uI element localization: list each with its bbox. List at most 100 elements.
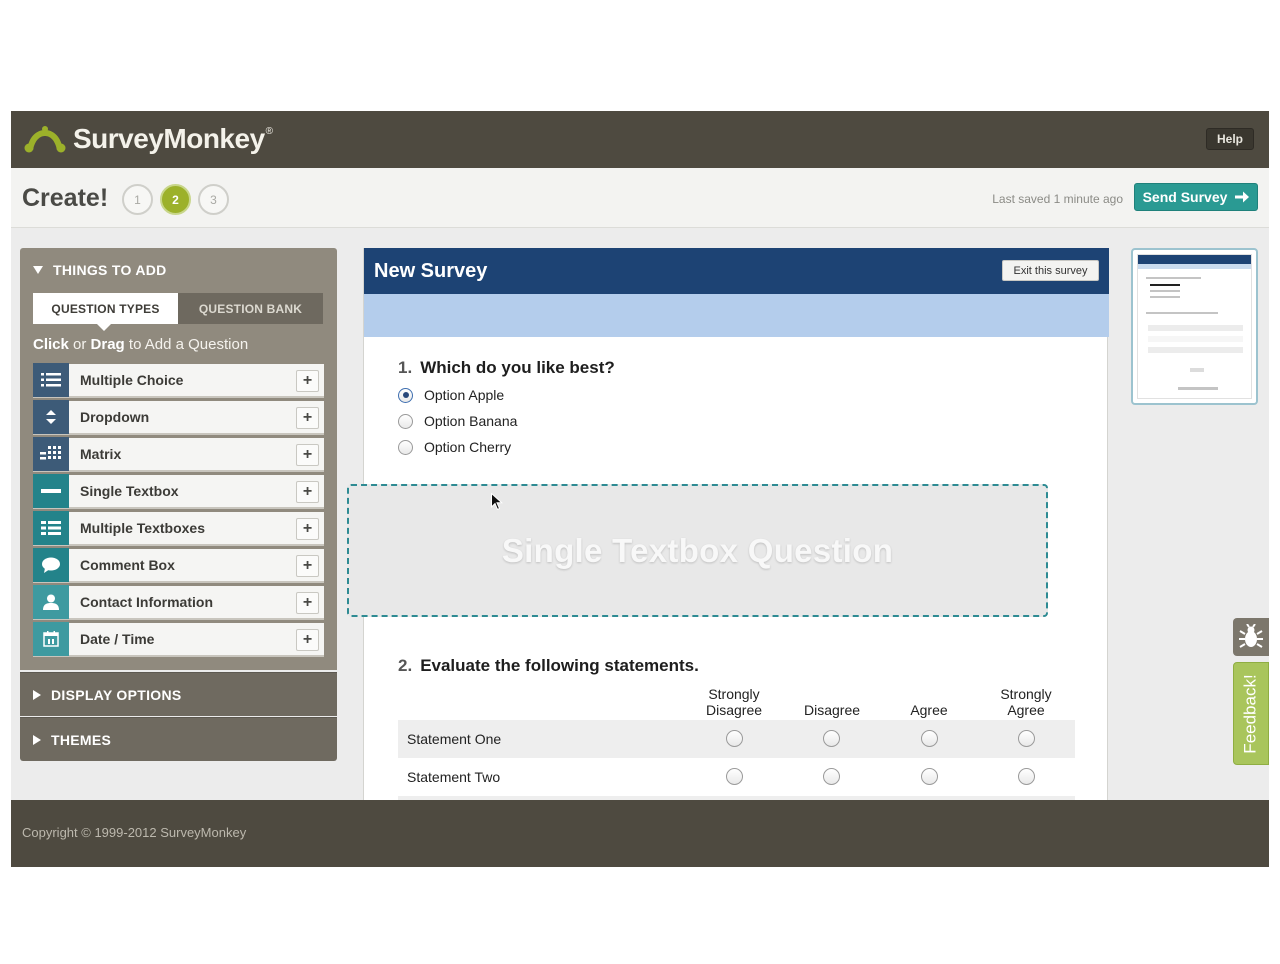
question-type-label: Date / Time: [80, 631, 155, 647]
radio-button[interactable]: [823, 768, 840, 785]
question-type-label: Matrix: [80, 446, 122, 462]
arrow-right-icon: [1235, 191, 1250, 203]
radio-button[interactable]: [726, 768, 743, 785]
radio-button-selected[interactable]: [398, 387, 413, 403]
radio-button[interactable]: [398, 413, 413, 429]
question-type-dropdown[interactable]: Dropdown +: [33, 400, 324, 435]
things-to-add-panel: THINGS TO ADD QUESTION TYPES QUESTION BA…: [20, 248, 337, 670]
column-label-line1: Strongly: [708, 686, 760, 702]
multiple-textboxes-icon: [33, 511, 69, 545]
matrix-column-strongly-agree: Strongly Agree: [981, 686, 1071, 718]
add-multiple-choice-button[interactable]: +: [296, 370, 319, 392]
hint-rest: to Add a Question: [128, 336, 249, 353]
question-type-single-textbox[interactable]: Single Textbox +: [33, 474, 324, 509]
add-dropdown-button[interactable]: +: [296, 407, 319, 429]
thumbnail-header: [1138, 255, 1251, 264]
top-bar: SurveyMonkey ® Help: [11, 111, 1269, 168]
feedback-tab[interactable]: Feedback!: [1233, 662, 1269, 765]
drop-zone-label: Single Textbox Question: [501, 531, 894, 569]
question-2-text: Evaluate the following statements.: [420, 656, 699, 675]
option-label: Option Cherry: [424, 439, 512, 455]
expand-triangle-icon: [33, 690, 41, 700]
radio-button[interactable]: [726, 730, 743, 747]
question-2-number: 2.: [398, 656, 413, 675]
matrix-column-disagree: Disagree: [787, 702, 877, 718]
question-type-label: Multiple Textboxes: [80, 520, 205, 536]
survey-canvas: New Survey Exit this survey 1. Which do y…: [347, 248, 1109, 808]
logo-text: SurveyMonkey: [73, 123, 265, 154]
survey-thumbnail-preview[interactable]: [1131, 248, 1258, 405]
survey-title[interactable]: New Survey: [374, 260, 487, 283]
thumbnail-line: [1148, 347, 1243, 353]
add-question-hint: Click or Drag to Add a Question: [33, 336, 248, 353]
things-to-add-header[interactable]: THINGS TO ADD: [33, 262, 167, 278]
surveymonkey-logo[interactable]: SurveyMonkey ®: [23, 121, 273, 157]
tab-question-bank[interactable]: QUESTION BANK: [178, 293, 323, 324]
thumbnail-line: [1148, 336, 1243, 342]
radio-button[interactable]: [921, 768, 938, 785]
expand-triangle-icon: [33, 735, 41, 745]
question-type-label: Comment Box: [80, 557, 175, 573]
add-date-time-button[interactable]: +: [296, 629, 319, 651]
single-textbox-icon: [33, 474, 69, 508]
option-label: Option Banana: [424, 413, 518, 429]
feedback-label: Feedback!: [1241, 673, 1261, 754]
step-2-indicator[interactable]: 2: [160, 184, 191, 215]
radio-button[interactable]: [398, 439, 413, 455]
display-options-panel[interactable]: DISPLAY OPTIONS: [20, 672, 337, 716]
page-title: Create!: [22, 184, 109, 212]
bug-report-tab[interactable]: [1233, 618, 1269, 656]
column-label-line1: Strongly: [1000, 686, 1052, 702]
q1-option-banana[interactable]: Option Banana: [398, 413, 517, 429]
help-button[interactable]: Help: [1206, 128, 1254, 150]
question-1-text: Which do you like best?: [420, 358, 615, 377]
radio-button[interactable]: [921, 730, 938, 747]
question-type-multiple-textboxes[interactable]: Multiple Textboxes +: [33, 511, 324, 546]
tab-question-types[interactable]: QUESTION TYPES: [33, 293, 178, 331]
exit-survey-button[interactable]: Exit this survey: [1002, 260, 1099, 281]
display-options-header[interactable]: DISPLAY OPTIONS: [33, 687, 182, 703]
person-icon: [33, 585, 69, 619]
question-type-contact-information[interactable]: Contact Information +: [33, 585, 324, 620]
drop-zone-placeholder[interactable]: Single Textbox Question: [347, 484, 1048, 617]
radio-button[interactable]: [823, 730, 840, 747]
collapse-triangle-icon: [33, 266, 43, 274]
add-comment-box-button[interactable]: +: [296, 555, 319, 577]
question-1-number: 1.: [398, 358, 413, 377]
survey-header-band: [364, 294, 1109, 337]
q1-option-cherry[interactable]: Option Cherry: [398, 439, 511, 455]
question-type-date-time[interactable]: Date / Time +: [33, 622, 324, 657]
monkey-logo-icon: [24, 126, 66, 153]
calendar-icon: [33, 622, 69, 656]
hint-drag: Drag: [90, 336, 125, 353]
hint-click: Click: [33, 336, 69, 353]
radio-button[interactable]: [1018, 768, 1035, 785]
themes-panel[interactable]: THEMES: [20, 717, 337, 761]
add-matrix-button[interactable]: +: [296, 444, 319, 466]
send-survey-label: Send Survey: [1142, 189, 1228, 205]
send-survey-button[interactable]: Send Survey: [1134, 183, 1258, 211]
radio-button[interactable]: [1018, 730, 1035, 747]
thumbnail-line: [1146, 277, 1201, 279]
q1-option-apple[interactable]: Option Apple: [398, 387, 504, 403]
add-multiple-textboxes-button[interactable]: +: [296, 518, 319, 540]
column-label-line2: Disagree: [803, 702, 861, 718]
question-1-title[interactable]: 1. Which do you like best?: [398, 358, 615, 378]
add-contact-information-button[interactable]: +: [296, 592, 319, 614]
matrix-row-label: Statement One: [407, 731, 502, 747]
question-type-matrix[interactable]: Matrix +: [33, 437, 324, 472]
question-2-title[interactable]: 2. Evaluate the following statements.: [398, 656, 699, 676]
question-type-multiple-choice[interactable]: Multiple Choice +: [33, 363, 324, 398]
thumbnail-line: [1178, 387, 1218, 390]
bug-icon: [1239, 624, 1263, 648]
step-3-indicator[interactable]: 3: [198, 184, 229, 215]
question-type-comment-box[interactable]: Comment Box +: [33, 548, 324, 583]
survey-header: New Survey Exit this survey: [364, 248, 1109, 294]
app-window: SurveyMonkey ® Help Create! 1 2 3 Last s…: [11, 111, 1269, 867]
themes-header[interactable]: THEMES: [33, 732, 111, 748]
matrix-grid-icon: [33, 437, 69, 471]
step-1-indicator[interactable]: 1: [122, 184, 153, 215]
question-2-matrix: Strongly Disagree Disagree Agree Strongl…: [398, 680, 1075, 800]
add-single-textbox-button[interactable]: +: [296, 481, 319, 503]
matrix-column-agree: Agree: [884, 702, 974, 718]
